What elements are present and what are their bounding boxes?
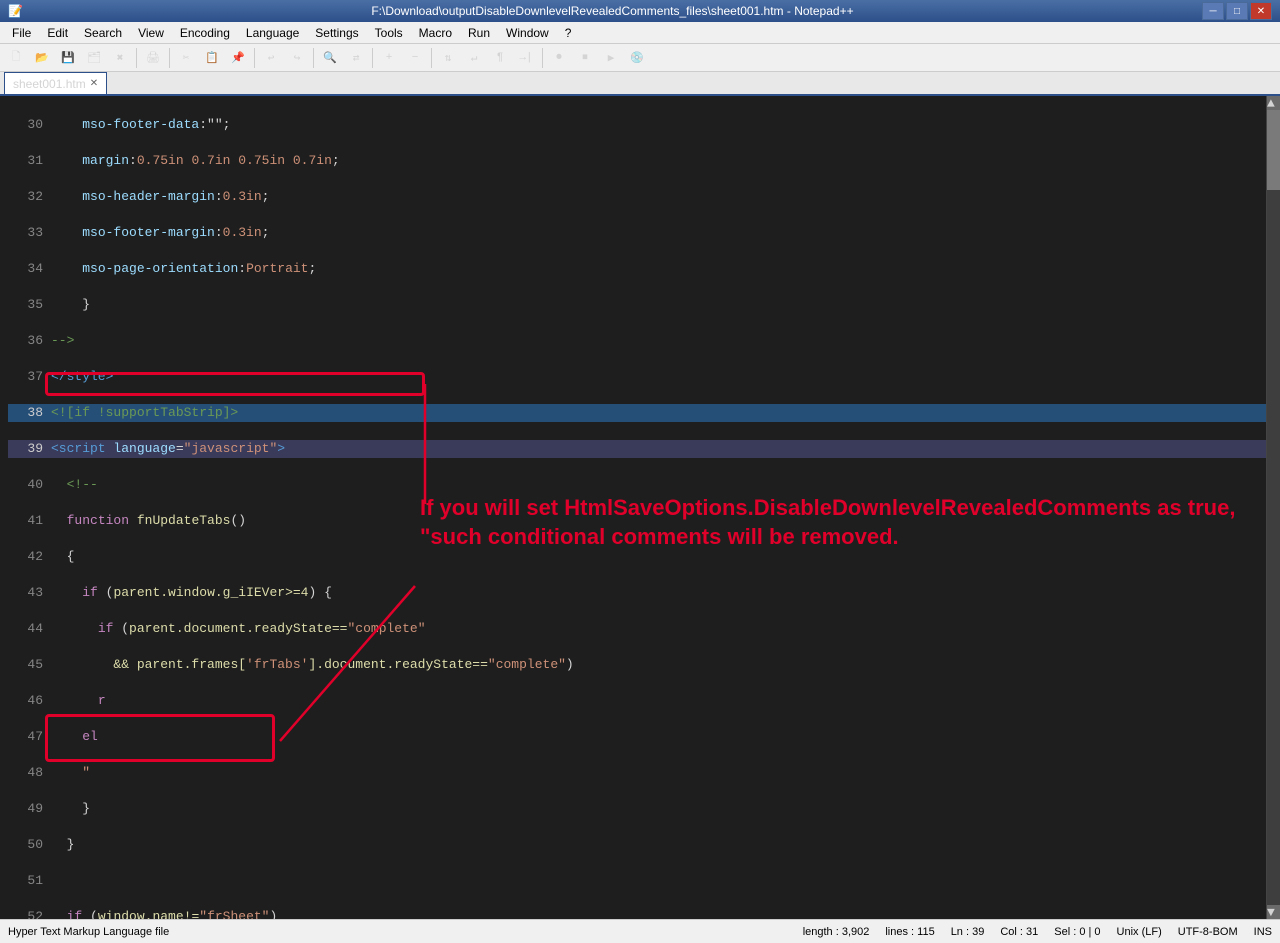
- sep7: [542, 48, 543, 68]
- menubar: File Edit Search View Encoding Language …: [0, 22, 1280, 44]
- zoom-in-button[interactable]: +: [377, 46, 401, 70]
- menu-file[interactable]: File: [4, 22, 39, 43]
- titlebar: 📝 F:\Download\outputDisableDownlevelReve…: [0, 0, 1280, 22]
- cut-button[interactable]: ✂: [174, 46, 198, 70]
- status-filetype: Hyper Text Markup Language file: [8, 926, 169, 938]
- tab-close-icon[interactable]: ✕: [90, 78, 98, 89]
- menu-view[interactable]: View: [130, 22, 172, 43]
- find-replace-button[interactable]: ⇄: [344, 46, 368, 70]
- menu-macro[interactable]: Macro: [411, 22, 460, 43]
- titlebar-title: F:\Download\outputDisableDownlevelReveal…: [23, 4, 1202, 18]
- sep4: [313, 48, 314, 68]
- close-button[interactable]: ✕: [1250, 2, 1272, 20]
- menu-encoding[interactable]: Encoding: [172, 22, 238, 43]
- sep3: [254, 48, 255, 68]
- sep5: [372, 48, 373, 68]
- menu-edit[interactable]: Edit: [39, 22, 76, 43]
- menu-settings[interactable]: Settings: [307, 22, 366, 43]
- save-all-button[interactable]: 🗂: [82, 46, 106, 70]
- maximize-button[interactable]: □: [1226, 2, 1248, 20]
- menu-language[interactable]: Language: [238, 22, 307, 43]
- sep6: [431, 48, 432, 68]
- scrollbar-down-arrow[interactable]: ▼: [1267, 905, 1280, 919]
- scrollbar-up-arrow[interactable]: ▲: [1267, 96, 1280, 110]
- menu-window[interactable]: Window: [498, 22, 557, 43]
- toolbar: 🗋 📂 💾 🗂 ✖ 🖨 ✂ 📋 📌 ↩ ↪ 🔍 ⇄ + − ⇅ ↵ ¶ →| ⏺…: [0, 44, 1280, 72]
- minimize-button[interactable]: ─: [1202, 2, 1224, 20]
- scrollbar-thumb[interactable]: [1267, 110, 1280, 190]
- titlebar-controls: ─ □ ✕: [1202, 2, 1272, 20]
- find-button[interactable]: 🔍: [318, 46, 342, 70]
- macro-record-button[interactable]: ⏺: [547, 46, 571, 70]
- close-button2[interactable]: ✖: [108, 46, 132, 70]
- redo-button[interactable]: ↪: [285, 46, 309, 70]
- print-button[interactable]: 🖨: [141, 46, 165, 70]
- paste-button[interactable]: 📌: [226, 46, 250, 70]
- editor: 30 mso-footer-data:""; 31 margin:0.75in …: [0, 96, 1280, 919]
- all-chars-button[interactable]: ¶: [488, 46, 512, 70]
- code-area[interactable]: 30 mso-footer-data:""; 31 margin:0.75in …: [0, 96, 1266, 919]
- titlebar-icon: 📝: [8, 4, 23, 18]
- vertical-scrollbar[interactable]: ▲ ▼: [1266, 96, 1280, 919]
- menu-search[interactable]: Search: [76, 22, 130, 43]
- word-wrap-button[interactable]: ↵: [462, 46, 486, 70]
- status-info: length : 3,902 lines : 115 Ln : 39 Col :…: [803, 926, 1272, 938]
- menu-run[interactable]: Run: [460, 22, 498, 43]
- zoom-out-button[interactable]: −: [403, 46, 427, 70]
- tab-label: sheet001.htm: [13, 77, 86, 91]
- copy-button[interactable]: 📋: [200, 46, 224, 70]
- new-button[interactable]: 🗋: [4, 46, 28, 70]
- statusbar: Hyper Text Markup Language file length :…: [0, 919, 1280, 943]
- undo-button[interactable]: ↩: [259, 46, 283, 70]
- tab-sheet001[interactable]: sheet001.htm ✕: [4, 72, 107, 94]
- sep1: [136, 48, 137, 68]
- menu-tools[interactable]: Tools: [367, 22, 411, 43]
- menu-help[interactable]: ?: [557, 22, 580, 43]
- macro-save-button[interactable]: 💿: [625, 46, 649, 70]
- open-button[interactable]: 📂: [30, 46, 54, 70]
- macro-stop-button[interactable]: ⏹: [573, 46, 597, 70]
- sep2: [169, 48, 170, 68]
- sync-scroll-button[interactable]: ⇅: [436, 46, 460, 70]
- save-button[interactable]: 💾: [56, 46, 80, 70]
- tabbar: sheet001.htm ✕: [0, 72, 1280, 96]
- macro-play-button[interactable]: ▶: [599, 46, 623, 70]
- indent-button[interactable]: →|: [514, 46, 538, 70]
